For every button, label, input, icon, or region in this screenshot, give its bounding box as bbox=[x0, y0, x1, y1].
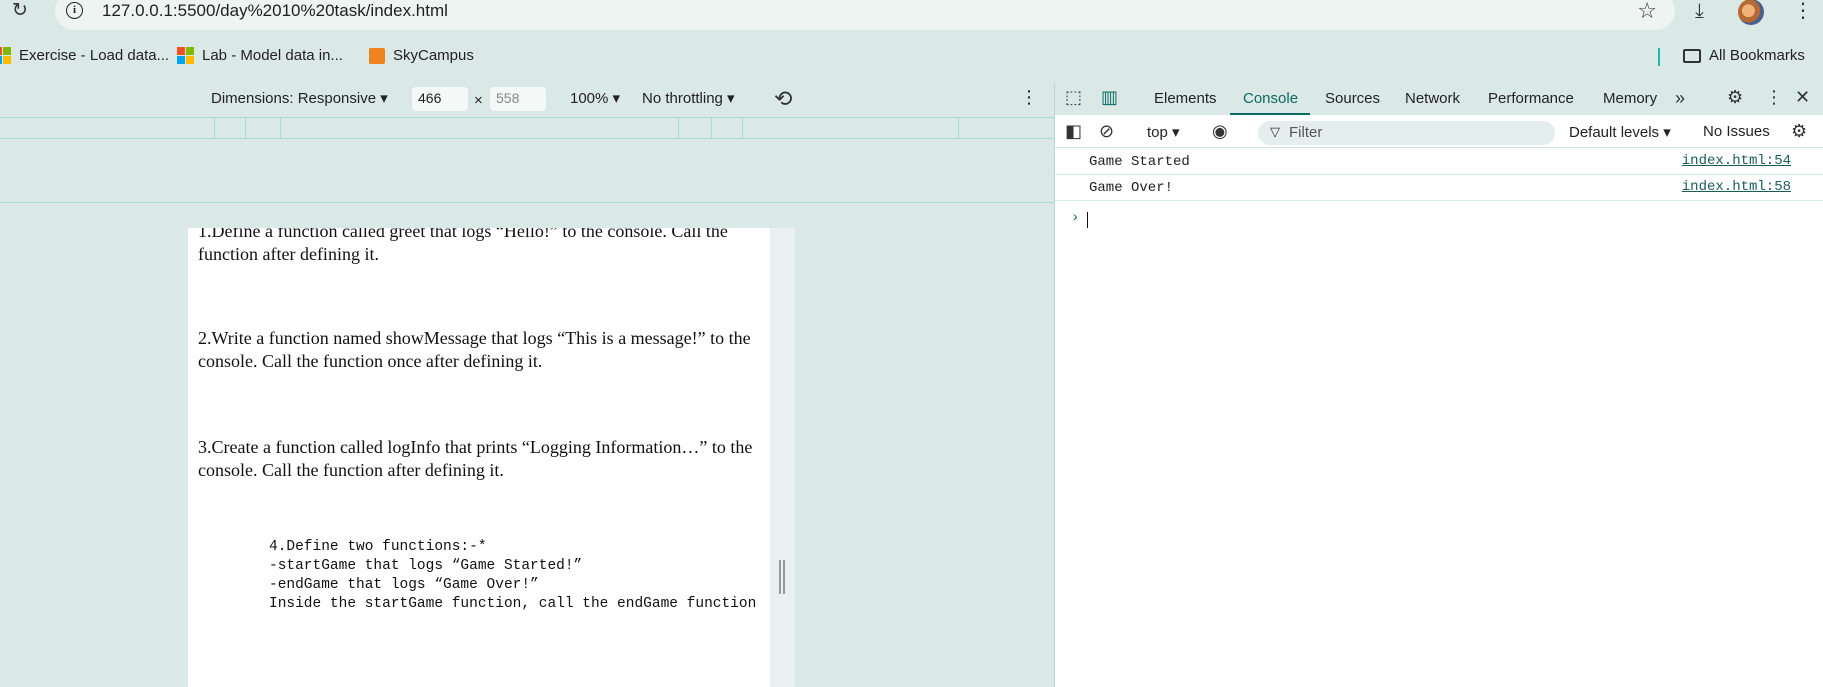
console-message: Game Started index.html:54 bbox=[1055, 149, 1823, 175]
sidebar-toggle-icon[interactable]: ◧ bbox=[1065, 121, 1082, 142]
rotate-icon[interactable]: ⟲ bbox=[774, 86, 792, 112]
reload-icon[interactable]: ↻ bbox=[12, 0, 28, 22]
console-settings-gear-icon[interactable]: ⚙ bbox=[1791, 121, 1807, 142]
throttling-dropdown[interactable]: No throttling ▾ bbox=[642, 89, 735, 107]
inspect-element-icon[interactable]: ⬚ bbox=[1065, 87, 1082, 108]
console-toolbar: ◧ ⊘ top ▾ ◉ ▽ Filter Default levels ▾ No… bbox=[1055, 118, 1823, 148]
question-3: 3.Create a function called logInfo that … bbox=[198, 437, 753, 480]
close-devtools-icon[interactable]: ✕ bbox=[1795, 87, 1810, 108]
microsoft-logo-icon bbox=[177, 47, 194, 64]
device-toolbar: Dimensions: Responsive ▾ 466 × 558 100% … bbox=[0, 83, 1054, 115]
issues-counter[interactable]: No Issues bbox=[1703, 123, 1770, 140]
active-tab-underline bbox=[1230, 113, 1310, 115]
device-toggle-icon[interactable]: ▥ bbox=[1101, 87, 1118, 108]
console-message-source-link[interactable]: index.html:54 bbox=[1682, 153, 1791, 169]
skycampus-logo-icon bbox=[369, 47, 385, 64]
all-bookmarks-label: All Bookmarks bbox=[1709, 47, 1805, 64]
browser-menu-icon[interactable]: ⋮ bbox=[1793, 0, 1813, 23]
console-input[interactable] bbox=[1087, 212, 1088, 228]
omnibox[interactable]: i 127.0.0.1:5500/day%2010%20task/index.h… bbox=[55, 0, 1675, 30]
live-expression-eye-icon[interactable]: ◉ bbox=[1212, 121, 1228, 142]
console-filter-input[interactable]: ▽ Filter bbox=[1258, 121, 1555, 145]
dimensions-dropdown[interactable]: Dimensions: Responsive ▾ bbox=[211, 89, 388, 107]
all-bookmarks[interactable]: All Bookmarks bbox=[1683, 47, 1805, 64]
tab-memory[interactable]: Memory bbox=[1603, 90, 1657, 107]
devtools-tab-bar: ⬚ ▥ Elements Console Sources Network Per… bbox=[1055, 83, 1823, 115]
bookmark-skycampus[interactable]: SkyCampus bbox=[369, 47, 474, 64]
zoom-dropdown[interactable]: 100% ▾ bbox=[570, 89, 620, 107]
tab-console[interactable]: Console bbox=[1243, 90, 1298, 107]
console-message-text: Game Started bbox=[1089, 154, 1190, 170]
bookmarks-bar: Exercise - Load data... Lab - Model data… bbox=[0, 38, 1823, 74]
device-toolbar-menu-icon[interactable]: ⋮ bbox=[1020, 87, 1038, 108]
viewport-resize-handle[interactable] bbox=[779, 560, 785, 594]
profile-avatar[interactable] bbox=[1738, 0, 1764, 25]
times-sign: × bbox=[474, 92, 483, 109]
zoom-label: 100% bbox=[570, 90, 609, 107]
download-icon[interactable]: ⤓ bbox=[1695, 0, 1704, 23]
context-label: top bbox=[1147, 124, 1168, 141]
media-query-ruler bbox=[0, 117, 1054, 139]
bookmark-star-icon[interactable]: ☆ bbox=[1637, 0, 1657, 24]
bookmark-separator bbox=[1658, 48, 1660, 66]
tab-elements[interactable]: Elements bbox=[1154, 90, 1217, 107]
page-scroll-gutter bbox=[770, 228, 795, 687]
filter-funnel-icon: ▽ bbox=[1270, 124, 1280, 139]
viewport-divider bbox=[0, 202, 1054, 203]
question-1: 1.Define a function called greet that lo… bbox=[198, 228, 728, 264]
bookmark-lab[interactable]: Lab - Model data in... bbox=[177, 47, 343, 64]
throttling-label: No throttling bbox=[642, 90, 723, 107]
address-bar-row: ↻ i 127.0.0.1:5500/day%2010%20task/index… bbox=[0, 0, 1823, 31]
log-levels-dropdown[interactable]: Default levels ▾ bbox=[1569, 123, 1671, 141]
tab-network[interactable]: Network bbox=[1405, 90, 1460, 107]
url-text[interactable]: 127.0.0.1:5500/day%2010%20task/index.htm… bbox=[102, 1, 448, 21]
console-message: Game Over! index.html:58 bbox=[1055, 175, 1823, 201]
settings-gear-icon[interactable]: ⚙ bbox=[1727, 87, 1743, 108]
width-input[interactable]: 466 bbox=[412, 87, 468, 111]
tab-sources[interactable]: Sources bbox=[1325, 90, 1380, 107]
site-info-icon[interactable]: i bbox=[66, 2, 83, 19]
console-message-source-link[interactable]: index.html:58 bbox=[1682, 179, 1791, 195]
more-tabs-icon[interactable]: » bbox=[1675, 88, 1685, 109]
bookmark-label: Exercise - Load data... bbox=[19, 47, 170, 64]
height-input[interactable]: 558 bbox=[490, 87, 546, 111]
filter-placeholder: Filter bbox=[1289, 124, 1323, 141]
tab-performance[interactable]: Performance bbox=[1488, 90, 1574, 107]
console-prompt-chevron-icon: › bbox=[1071, 210, 1080, 226]
context-selector[interactable]: top ▾ bbox=[1147, 123, 1180, 141]
emulated-page: 1.Define a function called greet that lo… bbox=[188, 228, 770, 687]
console-message-text: Game Over! bbox=[1089, 180, 1174, 196]
dimensions-label: Dimensions: Responsive bbox=[211, 90, 377, 107]
levels-label: Default levels bbox=[1569, 124, 1660, 141]
question-4-code: 4.Define two functions:-* -startGame tha… bbox=[269, 539, 757, 612]
clear-console-icon[interactable]: ⊘ bbox=[1099, 121, 1114, 142]
bookmark-label: Lab - Model data in... bbox=[202, 47, 343, 64]
bookmark-exercise[interactable]: Exercise - Load data... bbox=[0, 47, 169, 64]
devtools-menu-icon[interactable]: ⋮ bbox=[1765, 87, 1783, 108]
devtools-panel: ⬚ ▥ Elements Console Sources Network Per… bbox=[1054, 83, 1823, 687]
folder-icon bbox=[1683, 48, 1701, 63]
bookmark-label: SkyCampus bbox=[393, 47, 474, 64]
microsoft-logo-icon bbox=[0, 47, 11, 64]
question-2: 2.Write a function named showMessage tha… bbox=[198, 328, 751, 371]
